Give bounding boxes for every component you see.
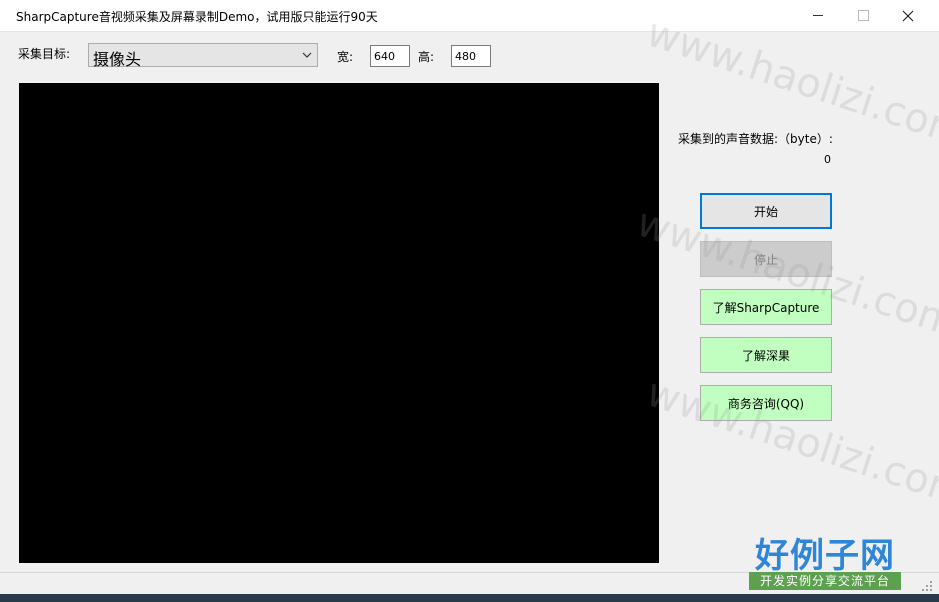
width-input[interactable]: 640 <box>370 45 410 67</box>
watermark-badge-subtitle: 开发实例分享交流平台 <box>749 572 901 590</box>
title-bar[interactable]: SharpCapture音视频采集及屏幕录制Demo，试用版只能运行90天 <box>0 0 939 32</box>
stop-button[interactable]: 停止 <box>700 241 832 277</box>
watermark-badge: 好例子网 开发实例分享交流平台 <box>745 528 905 594</box>
learn-sharpcapture-button[interactable]: 了解SharpCapture <box>700 289 832 325</box>
video-preview <box>19 83 659 563</box>
app-window: SharpCapture音视频采集及屏幕录制Demo，试用版只能运行90天 采集… <box>0 0 939 602</box>
height-input[interactable]: 480 <box>451 45 491 67</box>
capture-target-select[interactable]: 摄像头 <box>88 43 318 69</box>
resize-grip-icon[interactable] <box>921 580 933 592</box>
minimize-button[interactable] <box>795 0 841 31</box>
chevron-down-icon <box>302 52 312 58</box>
capture-target-value: 摄像头 <box>93 50 142 69</box>
learn-oray-button[interactable]: 了解深果 <box>700 337 832 373</box>
close-button[interactable] <box>885 0 931 31</box>
window-title: SharpCapture音视频采集及屏幕录制Demo，试用版只能运行90天 <box>16 10 378 24</box>
maximize-button[interactable] <box>840 0 886 31</box>
audio-data-value: 0 <box>824 153 831 166</box>
height-label: 高: <box>418 50 435 64</box>
minimize-icon <box>813 15 823 16</box>
watermark-badge-title: 好例子网 <box>755 536 895 576</box>
start-button[interactable]: 开始 <box>700 193 832 229</box>
business-consult-button[interactable]: 商务咨询(QQ) <box>700 385 832 421</box>
taskbar-strip <box>0 594 939 602</box>
maximize-icon <box>857 10 869 21</box>
capture-target-label: 采集目标: <box>18 47 71 61</box>
width-label: 宽: <box>337 50 354 64</box>
close-icon <box>902 10 914 21</box>
audio-data-label: 采集到的声音数据:（byte）: <box>678 132 833 146</box>
